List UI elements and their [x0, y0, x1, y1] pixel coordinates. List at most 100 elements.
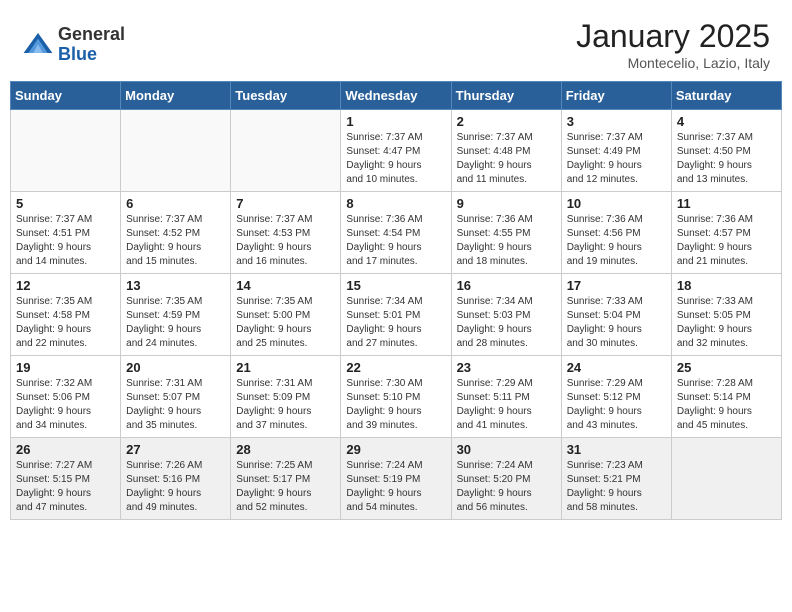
day-number: 4: [677, 114, 776, 129]
day-info: Sunrise: 7:37 AMSunset: 4:51 PMDaylight:…: [16, 213, 115, 269]
calendar-day-cell: 7 Sunrise: 7:37 AMSunset: 4:53 PMDaylight…: [231, 192, 341, 274]
day-number: 7: [236, 196, 335, 211]
day-number: 31: [567, 442, 666, 457]
calendar-day-cell: 2Sunrise: 7:37 AMSunset: 4:48 PMDaylight…: [451, 110, 561, 192]
day-number: 14: [236, 278, 335, 293]
day-of-week-header: Tuesday: [231, 82, 341, 110]
calendar-day-cell: 11 Sunrise: 7:36 AMSunset: 4:57 PMDayligh…: [671, 192, 781, 274]
calendar-day-cell: 10 Sunrise: 7:36 AMSunset: 4:56 PMDayligh…: [561, 192, 671, 274]
calendar-day-cell: 1 Sunrise: 7:37 AMSunset: 4:47 PMDaylight…: [341, 110, 451, 192]
day-info: Sunrise: 7:37 AMSunset: 4:52 PMDaylight:…: [126, 213, 225, 269]
day-number: 18: [677, 278, 776, 293]
day-number: 11: [677, 196, 776, 211]
calendar-day-cell: 12 Sunrise: 7:35 AMSunset: 4:58 PMDayligh…: [11, 274, 121, 356]
calendar-day-cell: 16Sunrise: 7:34 AMSunset: 5:03 PMDayligh…: [451, 274, 561, 356]
title-block: January 2025 Montecelio, Lazio, Italy: [576, 18, 770, 71]
calendar-day-cell: 6 Sunrise: 7:37 AMSunset: 4:52 PMDaylight…: [121, 192, 231, 274]
day-info: Sunrise: 7:36 AMSunset: 4:55 PMDaylight:…: [457, 213, 556, 269]
calendar-day-cell: 22Sunrise: 7:30 AMSunset: 5:10 PMDayligh…: [341, 356, 451, 438]
day-of-week-header: Wednesday: [341, 82, 451, 110]
day-info: Sunrise: 7:33 AMSunset: 5:05 PMDaylight:…: [677, 295, 776, 351]
calendar-day-cell: 17 Sunrise: 7:33 AMSunset: 5:04 PMDayligh…: [561, 274, 671, 356]
logo-icon: [22, 29, 54, 61]
location-subtitle: Montecelio, Lazio, Italy: [576, 55, 770, 71]
day-number: 19: [16, 360, 115, 375]
calendar-day-cell: 26 Sunrise: 7:27 AMSunset: 5:15 PMDayligh…: [11, 438, 121, 520]
calendar-day-cell: 4 Sunrise: 7:37 AMSunset: 4:50 PMDaylight…: [671, 110, 781, 192]
day-info: Sunrise: 7:36 AMSunset: 4:54 PMDaylight:…: [346, 213, 445, 269]
calendar-week-row: 5 Sunrise: 7:37 AMSunset: 4:51 PMDaylight…: [11, 192, 782, 274]
day-number: 28: [236, 442, 335, 457]
day-number: 3: [567, 114, 666, 129]
day-number: 8: [346, 196, 445, 211]
day-of-week-header: Thursday: [451, 82, 561, 110]
day-number: 27: [126, 442, 225, 457]
day-info: Sunrise: 7:24 AMSunset: 5:20 PMDaylight:…: [457, 459, 556, 515]
day-number: 5: [16, 196, 115, 211]
calendar-day-cell: 23Sunrise: 7:29 AMSunset: 5:11 PMDayligh…: [451, 356, 561, 438]
day-number: 2: [457, 114, 556, 129]
calendar-day-cell: 5 Sunrise: 7:37 AMSunset: 4:51 PMDaylight…: [11, 192, 121, 274]
day-info: Sunrise: 7:28 AMSunset: 5:14 PMDaylight:…: [677, 377, 776, 433]
day-number: 12: [16, 278, 115, 293]
day-info: Sunrise: 7:35 AMSunset: 4:58 PMDaylight:…: [16, 295, 115, 351]
day-number: 30: [457, 442, 556, 457]
day-info: Sunrise: 7:31 AMSunset: 5:09 PMDaylight:…: [236, 377, 335, 433]
calendar-day-cell: 13 Sunrise: 7:35 AMSunset: 4:59 PMDayligh…: [121, 274, 231, 356]
day-number: 29: [346, 442, 445, 457]
calendar-week-row: 26 Sunrise: 7:27 AMSunset: 5:15 PMDayligh…: [11, 438, 782, 520]
calendar-day-cell: 21 Sunrise: 7:31 AMSunset: 5:09 PMDayligh…: [231, 356, 341, 438]
logo-general-text: General: [58, 24, 125, 44]
day-info: Sunrise: 7:26 AMSunset: 5:16 PMDaylight:…: [126, 459, 225, 515]
day-number: 10: [567, 196, 666, 211]
day-info: Sunrise: 7:31 AMSunset: 5:07 PMDaylight:…: [126, 377, 225, 433]
calendar-week-row: 1 Sunrise: 7:37 AMSunset: 4:47 PMDaylight…: [11, 110, 782, 192]
day-info: Sunrise: 7:35 AMSunset: 5:00 PMDaylight:…: [236, 295, 335, 351]
calendar-day-cell: 8 Sunrise: 7:36 AMSunset: 4:54 PMDaylight…: [341, 192, 451, 274]
day-info: Sunrise: 7:29 AMSunset: 5:12 PMDaylight:…: [567, 377, 666, 433]
day-number: 17: [567, 278, 666, 293]
calendar-day-cell: 9 Sunrise: 7:36 AMSunset: 4:55 PMDaylight…: [451, 192, 561, 274]
day-info: Sunrise: 7:36 AMSunset: 4:57 PMDaylight:…: [677, 213, 776, 269]
calendar-day-cell: 24 Sunrise: 7:29 AMSunset: 5:12 PMDayligh…: [561, 356, 671, 438]
day-info: Sunrise: 7:37 AMSunset: 4:47 PMDaylight:…: [346, 131, 445, 187]
day-number: 21: [236, 360, 335, 375]
calendar-header-row: SundayMondayTuesdayWednesdayThursdayFrid…: [11, 82, 782, 110]
calendar-day-cell: [11, 110, 121, 192]
calendar-day-cell: 20Sunrise: 7:31 AMSunset: 5:07 PMDayligh…: [121, 356, 231, 438]
day-info: Sunrise: 7:35 AMSunset: 4:59 PMDaylight:…: [126, 295, 225, 351]
day-number: 1: [346, 114, 445, 129]
day-info: Sunrise: 7:33 AMSunset: 5:04 PMDaylight:…: [567, 295, 666, 351]
day-info: Sunrise: 7:37 AMSunset: 4:49 PMDaylight:…: [567, 131, 666, 187]
day-number: 9: [457, 196, 556, 211]
day-of-week-header: Monday: [121, 82, 231, 110]
day-number: 26: [16, 442, 115, 457]
calendar-week-row: 12 Sunrise: 7:35 AMSunset: 4:58 PMDayligh…: [11, 274, 782, 356]
day-info: Sunrise: 7:29 AMSunset: 5:11 PMDaylight:…: [457, 377, 556, 433]
day-number: 25: [677, 360, 776, 375]
day-info: Sunrise: 7:34 AMSunset: 5:01 PMDaylight:…: [346, 295, 445, 351]
day-of-week-header: Sunday: [11, 82, 121, 110]
day-info: Sunrise: 7:25 AMSunset: 5:17 PMDaylight:…: [236, 459, 335, 515]
logo-blue-text: Blue: [58, 44, 97, 64]
calendar-day-cell: 3 Sunrise: 7:37 AMSunset: 4:49 PMDaylight…: [561, 110, 671, 192]
logo: General Blue: [22, 25, 125, 65]
day-info: Sunrise: 7:37 AMSunset: 4:50 PMDaylight:…: [677, 131, 776, 187]
day-number: 13: [126, 278, 225, 293]
day-info: Sunrise: 7:23 AMSunset: 5:21 PMDaylight:…: [567, 459, 666, 515]
calendar-day-cell: 31 Sunrise: 7:23 AMSunset: 5:21 PMDayligh…: [561, 438, 671, 520]
calendar-day-cell: 28 Sunrise: 7:25 AMSunset: 5:17 PMDayligh…: [231, 438, 341, 520]
day-number: 15: [346, 278, 445, 293]
month-title: January 2025: [576, 18, 770, 55]
day-number: 6: [126, 196, 225, 211]
calendar-day-cell: [671, 438, 781, 520]
day-info: Sunrise: 7:27 AMSunset: 5:15 PMDaylight:…: [16, 459, 115, 515]
day-number: 22: [346, 360, 445, 375]
calendar-day-cell: 14 Sunrise: 7:35 AMSunset: 5:00 PMDayligh…: [231, 274, 341, 356]
calendar-day-cell: 19Sunrise: 7:32 AMSunset: 5:06 PMDayligh…: [11, 356, 121, 438]
calendar-day-cell: 29Sunrise: 7:24 AMSunset: 5:19 PMDayligh…: [341, 438, 451, 520]
day-number: 24: [567, 360, 666, 375]
day-info: Sunrise: 7:37 AMSunset: 4:53 PMDaylight:…: [236, 213, 335, 269]
day-of-week-header: Friday: [561, 82, 671, 110]
day-info: Sunrise: 7:36 AMSunset: 4:56 PMDaylight:…: [567, 213, 666, 269]
